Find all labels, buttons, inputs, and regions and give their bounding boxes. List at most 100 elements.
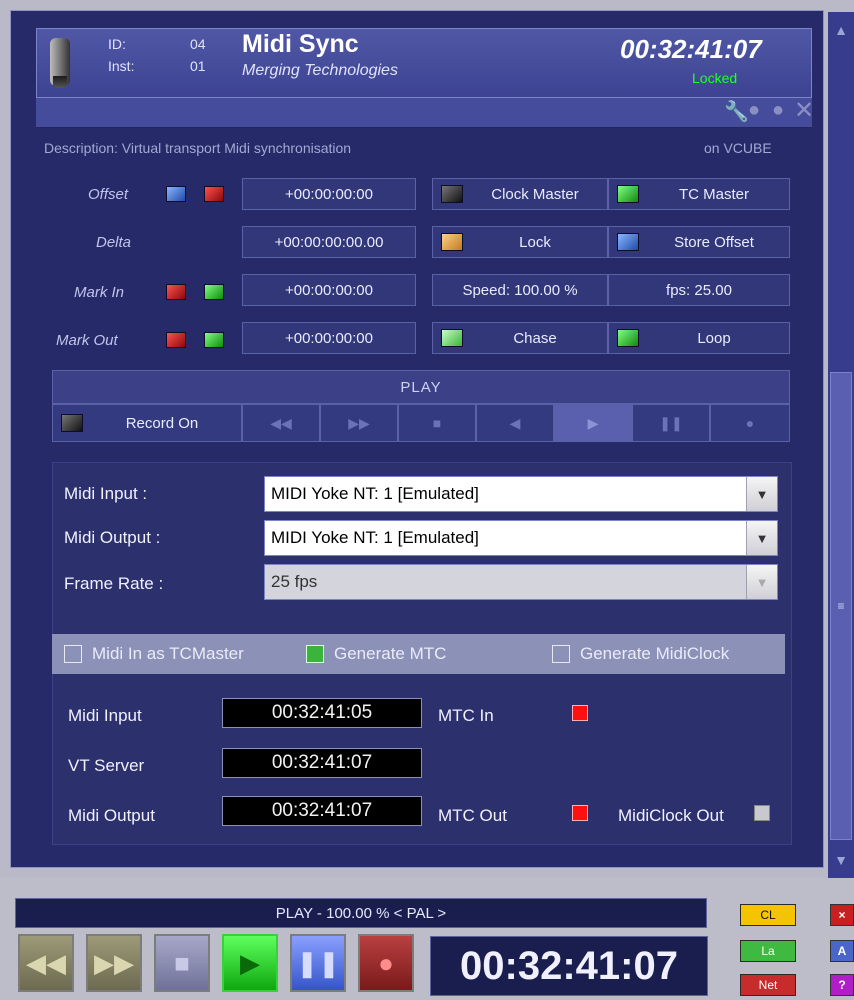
midi-input-label: Midi Input :: [64, 484, 148, 503]
main-timecode: 00:32:41:07: [430, 936, 708, 996]
scroll-down-icon[interactable]: ▼: [830, 848, 852, 872]
midi-in-tcmaster-checkbox[interactable]: [64, 645, 82, 663]
clock-master-button[interactable]: Clock Master: [432, 178, 608, 210]
description-text: Description: Virtual transport Midi sync…: [44, 140, 352, 156]
rewind-icon: ◀◀: [26, 947, 66, 978]
lock-indicator: [441, 233, 463, 251]
chase-button[interactable]: Chase: [432, 322, 608, 354]
main-record-button[interactable]: ●: [358, 934, 414, 992]
speed-field[interactable]: Speed: 100.00 %: [432, 274, 608, 306]
a-button[interactable]: A: [830, 940, 854, 962]
midi-output-label: Midi Output :: [64, 528, 161, 547]
record-icon: ●: [378, 947, 394, 978]
fast-forward-icon: ▶▶: [94, 947, 134, 978]
loop-label: Loop: [697, 329, 731, 347]
inst-value: 01: [190, 58, 206, 74]
vt-server-timecode: 00:32:41:07: [222, 748, 422, 778]
pause-button[interactable]: ❚❚: [632, 404, 710, 442]
mark-out-green-button[interactable]: [204, 332, 224, 348]
lock-label: Lock: [519, 233, 551, 251]
header-timecode: 00:32:41:07: [620, 34, 762, 64]
inst-label: Inst:: [108, 58, 135, 74]
play-button[interactable]: ▶: [554, 404, 632, 442]
clock-master-label: Clock Master: [491, 185, 579, 203]
monitor-midi-input-timecode: 00:32:41:05: [222, 698, 422, 728]
scroll-up-icon[interactable]: ▲: [830, 18, 852, 42]
id-value: 04: [190, 36, 206, 52]
loop-indicator: [617, 329, 639, 347]
zoom-in-icon[interactable]: ●: [748, 99, 760, 122]
transport-status: PLAY - 100.00 % < PAL >: [15, 898, 707, 928]
monitor-midi-output-label: Midi Output: [68, 806, 155, 825]
generate-mtc-label: Generate MTC: [334, 644, 447, 663]
transport-state: PLAY: [52, 370, 790, 404]
plugin-title: Midi Sync: [242, 30, 359, 58]
main-play-button[interactable]: ▶: [222, 934, 278, 992]
tc-master-indicator: [617, 185, 639, 203]
net-button[interactable]: Net: [740, 974, 796, 996]
store-offset-button[interactable]: Store Offset: [608, 226, 790, 258]
delta-field[interactable]: +00:00:00:00.00: [242, 226, 416, 258]
chevron-down-icon: ▼: [746, 565, 777, 599]
close-icon[interactable]: ×: [830, 904, 854, 926]
chevron-down-icon[interactable]: ▼: [746, 521, 777, 555]
midi-connector-icon: [50, 38, 70, 88]
chase-indicator: [441, 329, 463, 347]
chevron-down-icon[interactable]: ▼: [746, 477, 777, 511]
mark-in-label: Mark In: [74, 284, 125, 301]
help-icon[interactable]: ?: [830, 974, 854, 996]
mtc-in-led: [572, 705, 588, 721]
mtc-out-label: MTC Out: [438, 806, 507, 825]
lock-status: Locked: [692, 70, 738, 86]
record-button[interactable]: ●: [710, 404, 790, 442]
midi-in-tcmaster-label: Midi In as TCMaster: [92, 644, 244, 663]
frame-rate-label: Frame Rate :: [64, 574, 164, 593]
wrench-icon[interactable]: 🔧: [724, 99, 749, 124]
offset-red-button[interactable]: [204, 186, 224, 202]
generate-midiclock-checkbox[interactable]: [552, 645, 570, 663]
mark-out-red-button[interactable]: [166, 332, 186, 348]
mark-out-field[interactable]: +00:00:00:00: [242, 322, 416, 354]
midiclock-out-led: [754, 805, 770, 821]
mark-in-field[interactable]: +00:00:00:00: [242, 274, 416, 306]
generate-midiclock-label: Generate MidiClock: [580, 644, 730, 663]
vt-server-label: VT Server: [68, 756, 145, 775]
plugin-vendor: Merging Technologies: [242, 62, 398, 79]
la-button[interactable]: La: [740, 940, 796, 962]
clock-master-indicator: [441, 185, 463, 203]
generate-mtc-checkbox[interactable]: [306, 645, 324, 663]
stop-button[interactable]: ■: [398, 404, 476, 442]
store-offset-indicator: [617, 233, 639, 251]
main-fast-forward-button[interactable]: ▶▶: [86, 934, 142, 992]
main-rewind-button[interactable]: ◀◀: [18, 934, 74, 992]
mark-in-red-button[interactable]: [166, 284, 186, 300]
mtc-out-led: [572, 805, 588, 821]
tc-master-button[interactable]: TC Master: [608, 178, 790, 210]
close-icon[interactable]: ✕: [794, 96, 814, 125]
midi-output-select[interactable]: MIDI Yoke NT: 1 [Emulated] ▼: [264, 520, 778, 556]
play-reverse-button[interactable]: ◀: [476, 404, 554, 442]
lock-button[interactable]: Lock: [432, 226, 608, 258]
mtc-in-label: MTC In: [438, 706, 494, 725]
scroll-thumb[interactable]: ≡: [830, 372, 852, 840]
loop-button[interactable]: Loop: [608, 322, 790, 354]
midi-input-select[interactable]: MIDI Yoke NT: 1 [Emulated] ▼: [264, 476, 778, 512]
store-offset-label: Store Offset: [674, 233, 754, 251]
description-location: on VCUBE: [704, 140, 772, 156]
main-pause-button[interactable]: ❚❚: [290, 934, 346, 992]
offset-field[interactable]: +00:00:00:00: [242, 178, 416, 210]
fps-field[interactable]: fps: 25.00: [608, 274, 790, 306]
frame-rate-value: 25 fps: [271, 572, 318, 591]
record-on-button[interactable]: Record On: [52, 404, 242, 442]
mark-in-green-button[interactable]: [204, 284, 224, 300]
record-on-label: Record On: [125, 414, 199, 432]
zoom-out-icon[interactable]: ●: [772, 99, 784, 122]
main-stop-button[interactable]: ■: [154, 934, 210, 992]
frame-rate-select: 25 fps ▼: [264, 564, 778, 600]
midi-input-value: MIDI Yoke NT: 1 [Emulated]: [271, 484, 479, 503]
offset-blue-button[interactable]: [166, 186, 186, 202]
mark-out-label: Mark Out: [56, 332, 118, 349]
rewind-button[interactable]: ◀◀: [242, 404, 320, 442]
cl-button[interactable]: CL: [740, 904, 796, 926]
fast-forward-button[interactable]: ▶▶: [320, 404, 398, 442]
